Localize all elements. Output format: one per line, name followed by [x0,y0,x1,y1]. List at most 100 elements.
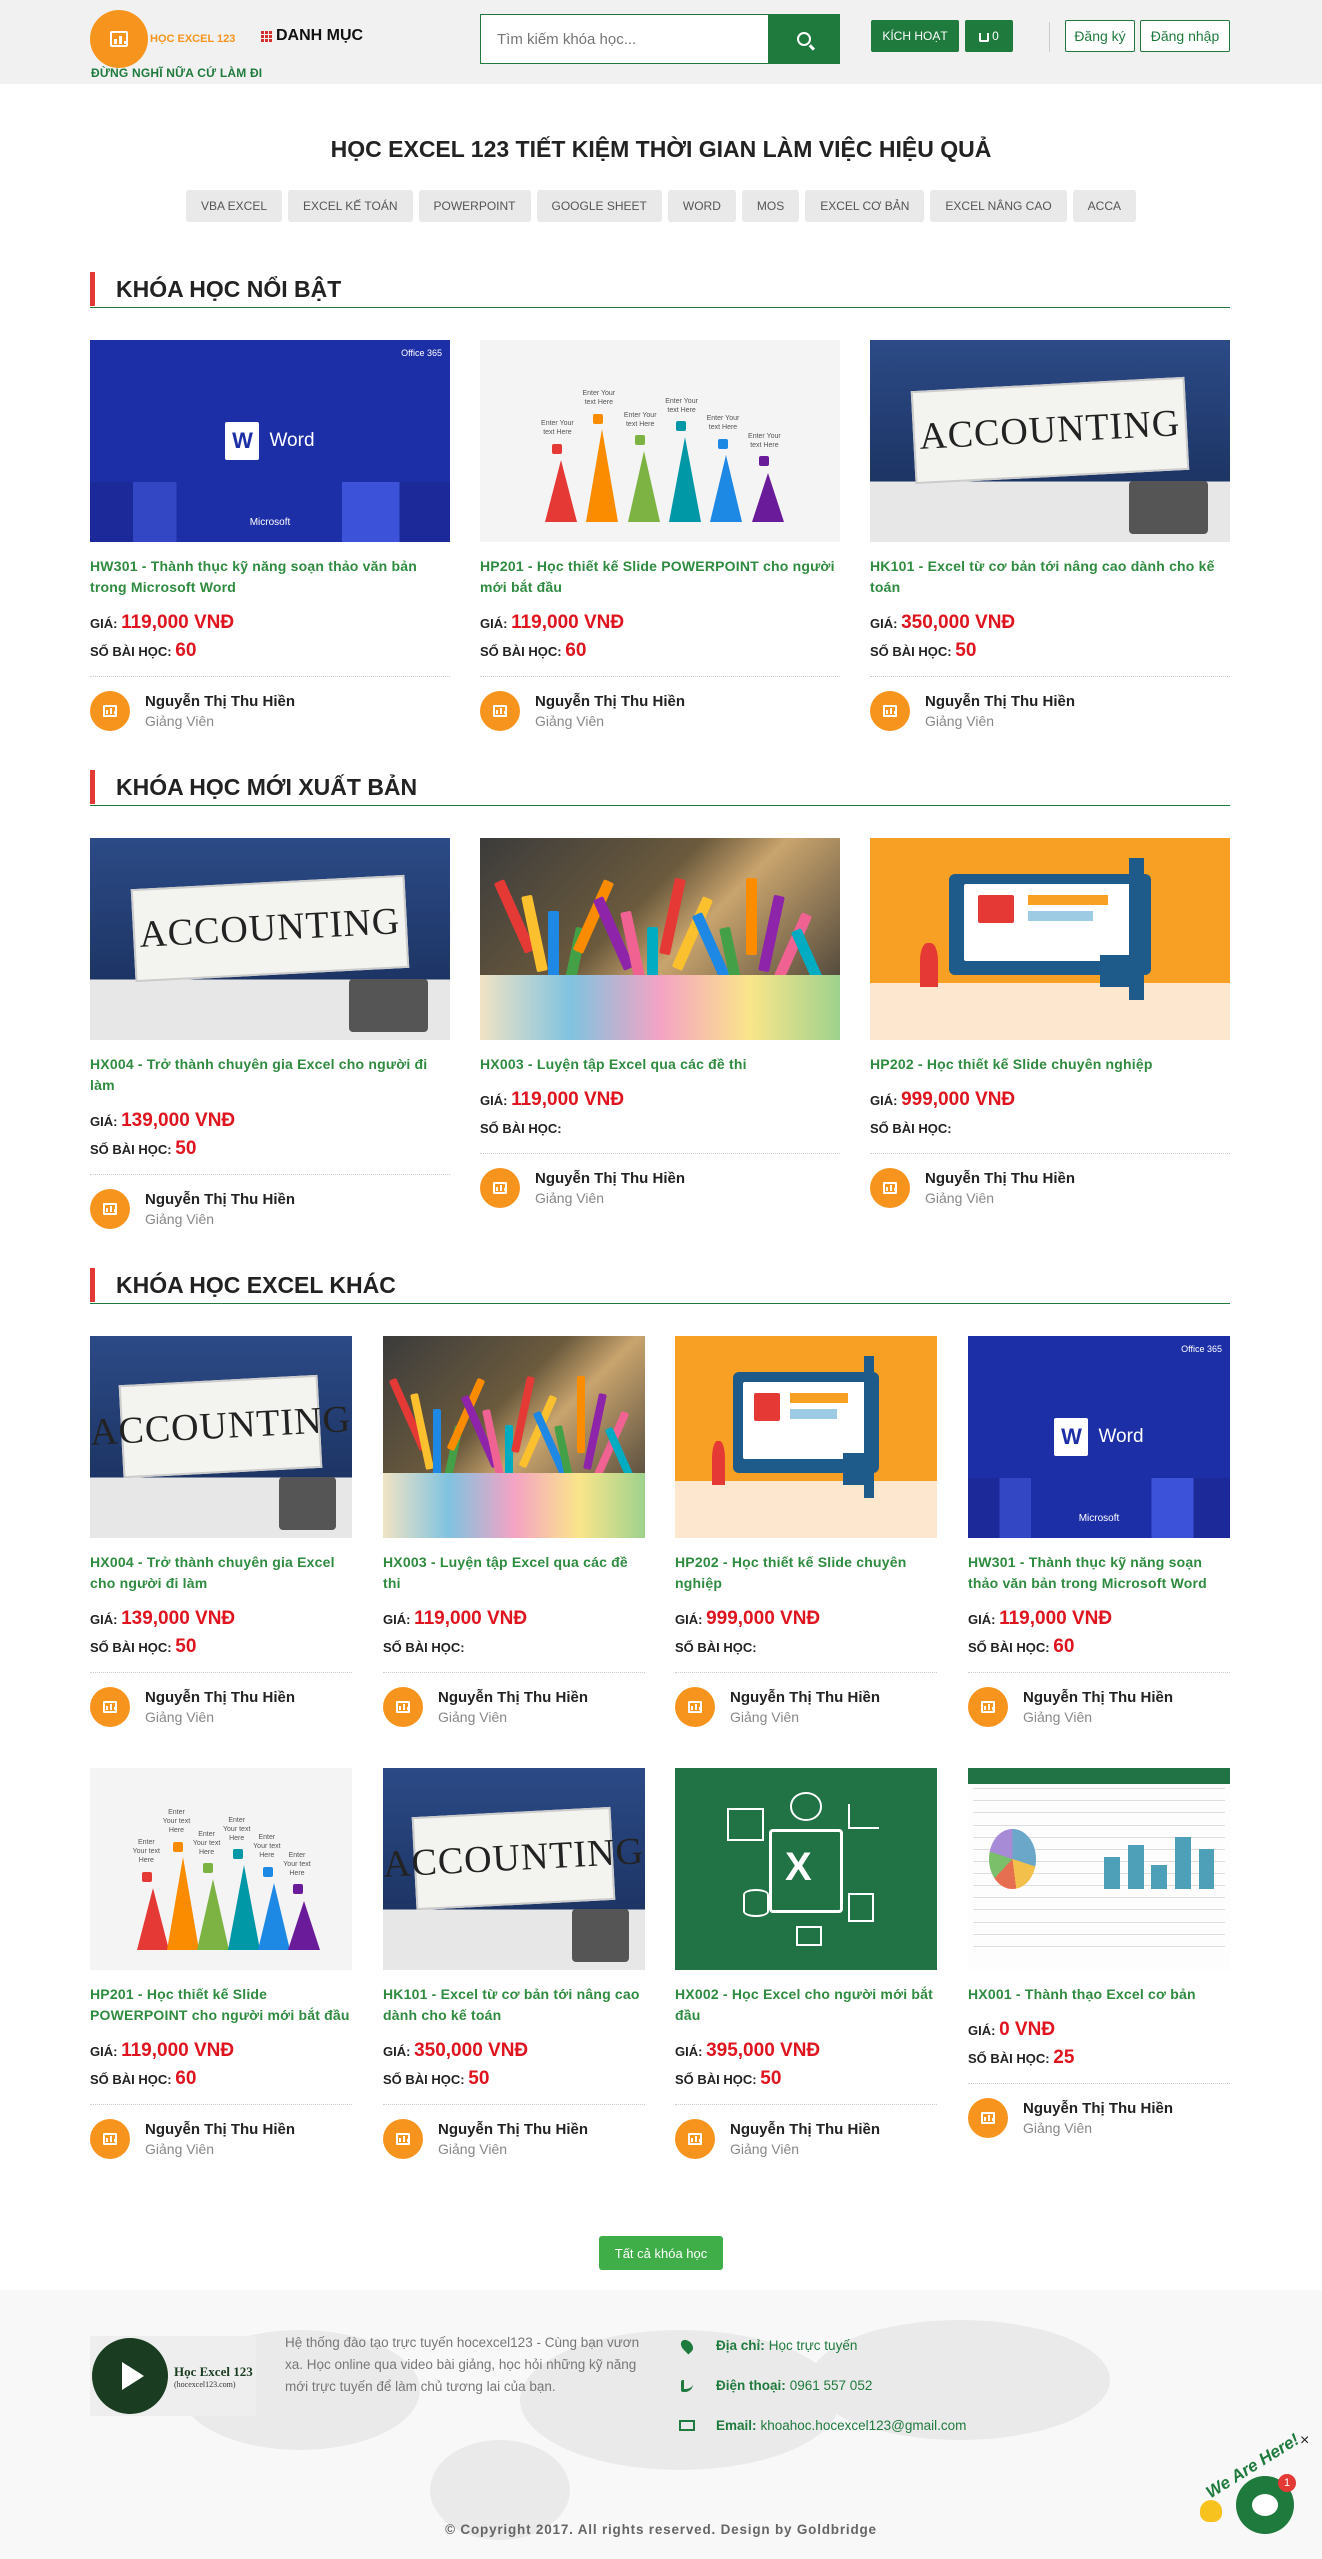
word-doc-icon: W [225,422,260,460]
tag-button[interactable]: GOOGLE SHEET [536,190,662,222]
teacher-name[interactable]: Nguyễn Thị Thu Hiền [730,2121,880,2138]
teacher-name[interactable]: Nguyễn Thị Thu Hiền [535,1170,685,1187]
course-card[interactable]: HP202 - Học thiết kế Slide chuyên nghiệp… [675,1336,937,1727]
teacher-info: Nguyễn Thị Thu Hiền Giảng Viên [480,691,840,731]
tag-button[interactable]: EXCEL KẾ TOÁN [288,190,413,222]
enter-text-label: Enter Your text Here [748,432,781,449]
teacher-name[interactable]: Nguyễn Thị Thu Hiền [438,2121,588,2138]
course-thumbnail-slide-design[interactable] [870,838,1230,1040]
course-thumbnail-powerpoint[interactable]: Enter Your text Here Enter Your text Here… [90,1768,352,1970]
teacher-name[interactable]: Nguyễn Thị Thu Hiền [145,1191,295,1208]
course-title[interactable]: HX004 - Trở thành chuyên gia Excel cho n… [90,1552,352,1594]
course-lessons: SỐ BÀI HỌC: 50 [90,1138,197,1159]
course-card[interactable]: Enter Your text Here Enter Your text Here… [90,1768,352,2159]
lessons-value: 50 [760,2068,782,2089]
course-card[interactable]: HP202 - Học thiết kế Slide chuyên nghiệp… [870,838,1230,1208]
course-title[interactable]: HP201 - Học thiết kế Slide POWERPOINT ch… [90,1984,352,2026]
register-button[interactable]: Đăng ký [1065,20,1135,52]
course-thumbnail-spreadsheet[interactable] [968,1768,1230,1970]
teacher-name[interactable]: Nguyễn Thị Thu Hiền [1023,1689,1173,1706]
course-title[interactable]: HP201 - Học thiết kế Slide POWERPOINT ch… [480,556,840,598]
course-card[interactable]: HX003 - Luyện tập Excel qua các đề thi GI… [383,1336,645,1727]
enter-text-label: Enter Your text Here [623,411,657,428]
course-card[interactable]: Office 365 W Word Microsoft HW301 - Thành th… [968,1336,1230,1727]
course-card[interactable]: Office 365 W Word Microsoft HW301 - Thành th… [90,340,450,731]
course-title[interactable]: HX002 - Học Excel cho người mới bắt đầu [675,1984,937,2026]
activate-button[interactable]: KÍCH HOẠT [871,20,959,52]
cart-button[interactable]: 0 [965,20,1013,52]
section-heading-bar [90,272,95,306]
course-thumbnail-excel[interactable]: X [675,1768,937,1970]
course-title[interactable]: HW301 - Thành thục kỹ năng soạn thảo văn… [90,556,450,598]
teacher-name[interactable]: Nguyễn Thị Thu Hiền [925,1170,1075,1187]
course-title[interactable]: HP202 - Học thiết kế Slide chuyên nghiệp [675,1552,937,1594]
teacher-name[interactable]: Nguyễn Thị Thu Hiền [145,693,295,710]
course-card[interactable]: ACCOUNTING HK101 - Excel từ cơ bản tới nâ… [870,340,1230,731]
course-title[interactable]: HX003 - Luyện tập Excel qua các đề thi [480,1054,840,1075]
course-card[interactable]: ACCOUNTING HX004 - Trở thành chuyên gia E… [90,1336,352,1727]
email-value[interactable]: khoahoc.hocexcel123@gmail.com [761,2418,967,2433]
course-card[interactable]: Enter Your text Here Enter Your text Here… [480,340,840,731]
course-thumbnail-accounting[interactable]: ACCOUNTING [383,1768,645,1970]
accounting-binder-label: ACCOUNTING [90,1375,352,1479]
teacher-name[interactable]: Nguyễn Thị Thu Hiền [730,1689,880,1706]
category-menu-button[interactable]: DANH MỤC [261,27,363,45]
search-input[interactable] [480,14,768,64]
course-thumbnail-stationery[interactable] [383,1336,645,1538]
course-thumbnail-slide-design[interactable] [675,1336,937,1538]
chat-widget-button[interactable]: 1 [1236,2474,1296,2534]
course-thumbnail-word[interactable]: Office 365 W Word Microsoft [968,1336,1230,1538]
course-title[interactable]: HW301 - Thành thục kỹ năng soạn thảo văn… [968,1552,1230,1594]
tag-button[interactable]: EXCEL CƠ BẢN [805,190,925,222]
footer-logo[interactable]: Học Excel 123 (hocexcel123.com) [90,2336,256,2416]
course-lessons: SỐ BÀI HỌC: 50 [675,2068,782,2089]
course-thumbnail-accounting[interactable]: ACCOUNTING [90,1336,352,1538]
teacher-role: Giảng Viên [438,2141,508,2157]
course-card[interactable]: X HX002 - Học Excel cho người mới bắt đầu… [675,1768,937,2159]
search-button[interactable] [768,14,840,64]
teacher-name[interactable]: Nguyễn Thị Thu Hiền [535,693,685,710]
course-title[interactable]: HK101 - Excel từ cơ bản tới nâng cao dàn… [870,556,1230,598]
envelope-icon [679,2420,695,2431]
lessons-value: 60 [175,2068,197,2089]
course-title[interactable]: HX004 - Trở thành chuyên gia Excel cho n… [90,1054,450,1096]
phone-value[interactable]: 0961 557 052 [790,2378,873,2393]
tag-button[interactable]: POWERPOINT [418,190,531,222]
course-thumbnail-stationery[interactable] [480,838,840,1040]
teacher-name[interactable]: Nguyễn Thị Thu Hiền [145,1689,295,1706]
course-card[interactable]: ACCOUNTING HX004 - Trở thành chuyên gia E… [90,838,450,1229]
course-thumbnail-accounting[interactable]: ACCOUNTING [870,340,1230,542]
teacher-name[interactable]: Nguyễn Thị Thu Hiền [925,693,1075,710]
course-title[interactable]: HK101 - Excel từ cơ bản tới nâng cao dàn… [383,1984,645,2026]
teacher-name[interactable]: Nguyễn Thị Thu Hiền [1023,2100,1173,2117]
teacher-info: Nguyễn Thị Thu Hiền Giảng Viên [383,1687,645,1727]
teacher-name[interactable]: Nguyễn Thị Thu Hiền [438,1689,588,1706]
tag-button[interactable]: EXCEL NÂNG CAO [930,190,1067,222]
tag-button[interactable]: WORD [667,190,736,222]
course-title[interactable]: HX003 - Luyện tập Excel qua các đề thi [383,1552,645,1594]
tag-button[interactable]: MOS [741,190,800,222]
all-courses-button[interactable]: Tất cả khóa học [599,2236,723,2270]
price-value: 0 VNĐ [999,2019,1056,2040]
course-thumbnail-word[interactable]: Office 365 W Word Microsoft [90,340,450,542]
course-thumbnail-powerpoint[interactable]: Enter Your text Here Enter Your text Here… [480,340,840,542]
chat-close-icon[interactable]: × [1300,2432,1309,2450]
course-card[interactable]: HX001 - Thành thạo Excel cơ bản GIÁ: 0 VN… [968,1768,1230,2138]
price-value: 999,000 VNĐ [706,1608,821,1629]
teacher-name[interactable]: Nguyễn Thị Thu Hiền [145,2121,295,2138]
enter-text-label: Enter Your text Here [582,390,616,407]
tag-button[interactable]: ACCA [1072,190,1137,222]
price-value: 350,000 VNĐ [901,612,1016,633]
course-title[interactable]: HP202 - Học thiết kế Slide chuyên nghiệp [870,1054,1230,1075]
course-price: GIÁ: 395,000 VNĐ [675,2040,821,2061]
tag-button[interactable]: VBA EXCEL [185,190,283,222]
course-card[interactable]: HX003 - Luyện tập Excel qua các đề thi GI… [480,838,840,1208]
course-card[interactable]: ACCOUNTING HK101 - Excel từ cơ bản tới nâ… [383,1768,645,2159]
footer-email: Email: khoahoc.hocexcel123@gmail.com [676,2418,966,2433]
course-title[interactable]: HX001 - Thành thạo Excel cơ bản [968,1984,1230,2005]
site-logo[interactable]: HỌC EXCEL 123 [90,10,235,68]
section-title: KHÓA HỌC EXCEL KHÁC [116,1272,396,1298]
login-button[interactable]: Đăng nhập [1140,20,1230,52]
teacher-role: Giảng Viên [145,1211,215,1227]
course-thumbnail-accounting[interactable]: ACCOUNTING [90,838,450,1040]
